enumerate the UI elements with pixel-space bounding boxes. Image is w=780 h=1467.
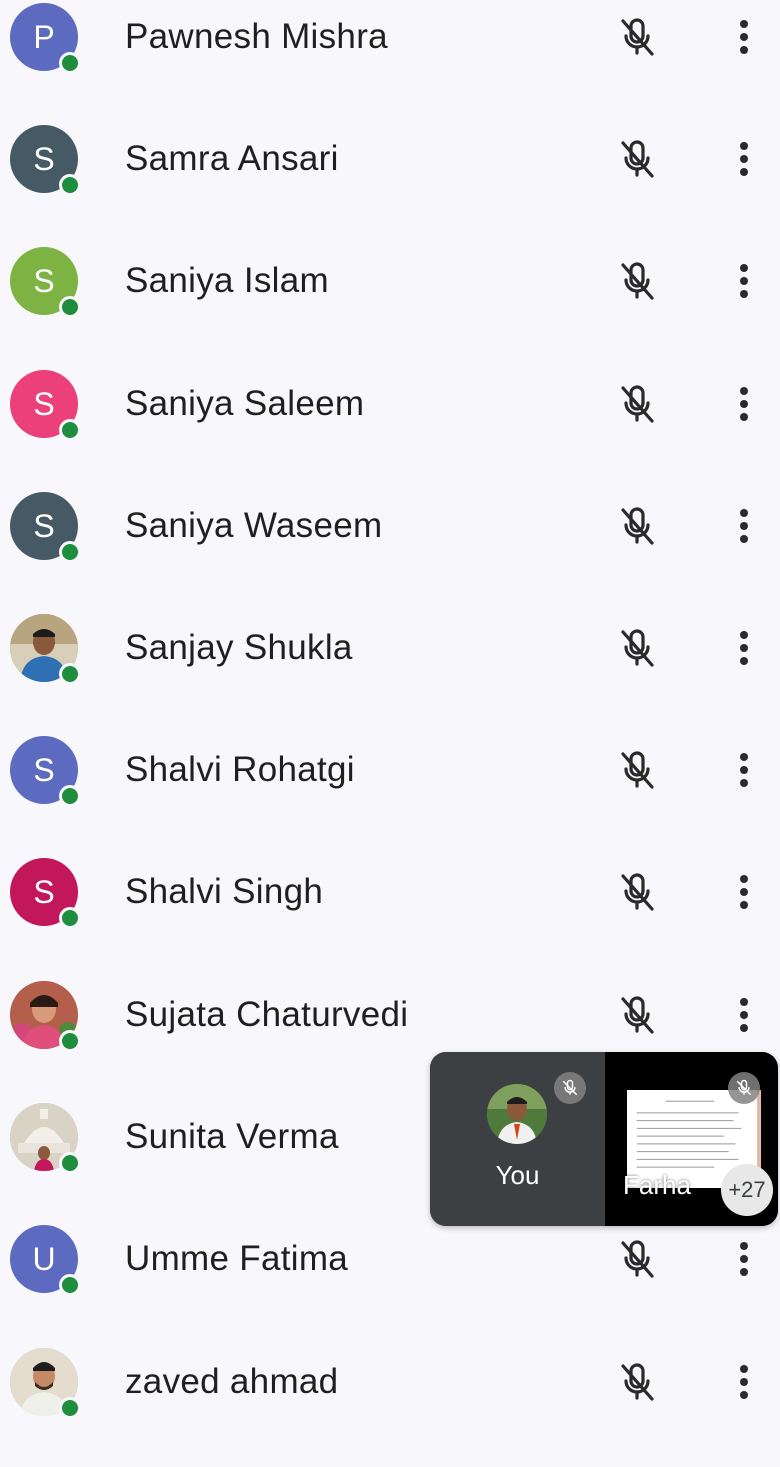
more-vert-icon[interactable] <box>724 625 764 671</box>
participant-row[interactable]: S Saniya Saleem <box>0 367 780 489</box>
more-vert-icon[interactable] <box>724 1236 764 1282</box>
mic-off-icon[interactable] <box>614 1236 660 1282</box>
participant-row[interactable]: zaved ahmad <box>0 1345 780 1467</box>
participant-row[interactable]: S Shalvi Singh <box>0 855 780 977</box>
online-status-icon <box>59 174 81 196</box>
participant-name: Samra Ansari <box>125 139 339 178</box>
self-avatar <box>487 1084 547 1144</box>
mic-off-icon <box>554 1072 586 1104</box>
mic-off-icon[interactable] <box>614 503 660 549</box>
online-status-icon <box>59 663 81 685</box>
more-vert-icon[interactable] <box>724 14 764 60</box>
presenter-video-tile[interactable]: Farha +27 <box>605 1052 778 1226</box>
mic-off-icon[interactable] <box>614 625 660 671</box>
more-vert-icon[interactable] <box>724 136 764 182</box>
more-vert-icon[interactable] <box>724 992 764 1038</box>
online-status-icon <box>59 296 81 318</box>
mic-off-icon[interactable] <box>614 992 660 1038</box>
participant-name: Sunita Verma <box>125 1117 339 1156</box>
participant-row[interactable]: S Samra Ansari <box>0 122 780 244</box>
participant-name: Saniya Waseem <box>125 506 383 545</box>
mic-off-icon[interactable] <box>614 747 660 793</box>
meeting-preview-panel[interactable]: You Farha +27 <box>430 1052 778 1226</box>
mic-off-icon[interactable] <box>614 381 660 427</box>
mic-off-icon[interactable] <box>614 1359 660 1405</box>
mic-off-icon <box>728 1072 760 1104</box>
mic-off-icon[interactable] <box>614 136 660 182</box>
participant-name: Shalvi Rohatgi <box>125 750 355 789</box>
more-vert-icon[interactable] <box>724 869 764 915</box>
participant-row[interactable]: S Shalvi Rohatgi <box>0 733 780 855</box>
participant-name: Pawnesh Mishra <box>125 17 388 56</box>
mic-off-icon[interactable] <box>614 14 660 60</box>
online-status-icon <box>59 541 81 563</box>
participant-row[interactable]: P Pawnesh Mishra <box>0 0 780 122</box>
presenter-label: Farha <box>623 1170 691 1200</box>
mic-off-icon[interactable] <box>614 258 660 304</box>
online-status-icon <box>59 785 81 807</box>
more-participants-badge[interactable]: +27 <box>721 1164 773 1216</box>
participant-row[interactable]: S Saniya Islam <box>0 244 780 366</box>
more-vert-icon[interactable] <box>724 258 764 304</box>
more-vert-icon[interactable] <box>724 1359 764 1405</box>
participant-name: Sanjay Shukla <box>125 628 353 667</box>
participant-row[interactable]: U Umme Fatima <box>0 1222 780 1344</box>
online-status-icon <box>59 419 81 441</box>
mic-off-icon[interactable] <box>614 869 660 915</box>
more-vert-icon[interactable] <box>724 503 764 549</box>
more-vert-icon[interactable] <box>724 747 764 793</box>
online-status-icon <box>59 1397 81 1419</box>
online-status-icon <box>59 1152 81 1174</box>
participant-row[interactable]: Sanjay Shukla <box>0 611 780 733</box>
more-vert-icon[interactable] <box>724 381 764 427</box>
participant-name: Umme Fatima <box>125 1239 349 1278</box>
participant-name: Saniya Islam <box>125 261 329 300</box>
online-status-icon <box>59 1274 81 1296</box>
participant-name: Sujata Chaturvedi <box>125 995 409 1034</box>
participant-row[interactable]: S Saniya Waseem <box>0 489 780 611</box>
participant-name: Shalvi Singh <box>125 872 324 911</box>
participant-name: Saniya Saleem <box>125 384 365 423</box>
self-label: You <box>495 1160 540 1190</box>
online-status-icon <box>59 907 81 929</box>
online-status-icon <box>59 1030 81 1052</box>
online-status-icon <box>59 52 81 74</box>
self-video-tile[interactable]: You <box>430 1052 605 1226</box>
participant-name: zaved ahmad <box>125 1362 339 1401</box>
